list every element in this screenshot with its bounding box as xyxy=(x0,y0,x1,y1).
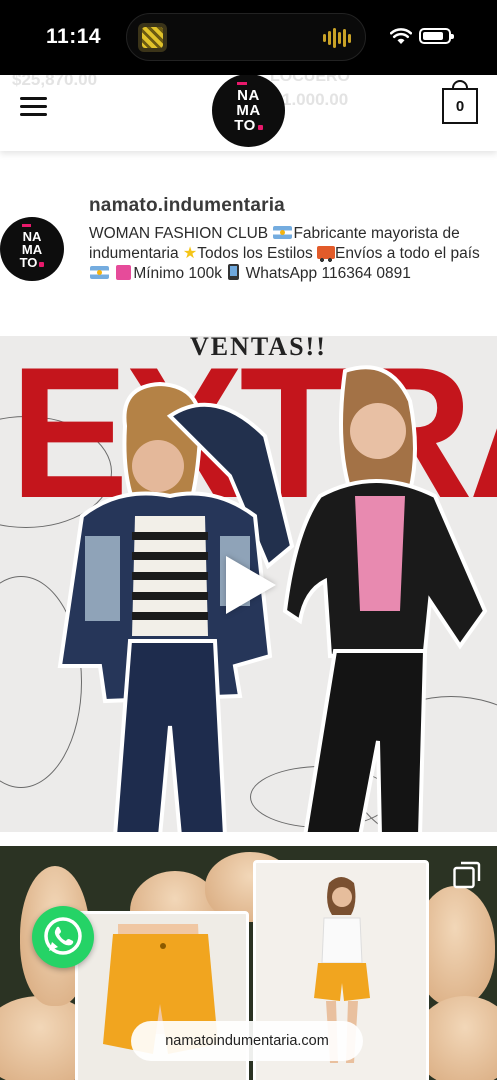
status-bar: 11:14 xyxy=(0,0,497,75)
avatar-line3: TO xyxy=(19,255,38,270)
play-icon[interactable] xyxy=(226,556,276,614)
bio-part6: WhatsApp 116364 0891 xyxy=(241,265,411,282)
star-icon: ★ xyxy=(182,245,198,262)
bio-part3: Todos los Estilos xyxy=(197,245,318,262)
ghost-price-left: $25,870.00 xyxy=(12,75,98,89)
ghost-label-right: LOCUERO xyxy=(270,75,350,85)
logo-accent-bar xyxy=(237,82,247,85)
video-post[interactable]: VENTAS!! EXTRA! xyxy=(0,336,497,832)
shopping-bags-icon xyxy=(116,265,132,280)
logo-line3: TO xyxy=(234,117,256,134)
battery-icon xyxy=(419,28,454,44)
logo-line2: MA xyxy=(236,102,261,119)
shopping-bag-icon[interactable]: 0 xyxy=(442,80,478,124)
hamburger-menu-icon[interactable] xyxy=(20,97,47,117)
clock-time: 11:14 xyxy=(46,25,102,48)
audio-waveform-icon xyxy=(323,27,351,49)
logo-line1: NA xyxy=(237,87,260,104)
whatsapp-glyph-icon xyxy=(44,917,82,955)
profile-username[interactable]: namato.indumentaria xyxy=(89,195,285,217)
wifi-icon xyxy=(390,28,412,44)
website-url-link[interactable]: namatoindumentaria.com xyxy=(131,1021,363,1061)
bio-part5: Mínimo 100k xyxy=(133,265,227,282)
whatsapp-icon[interactable] xyxy=(32,906,94,968)
mobile-phone-icon xyxy=(228,264,240,280)
multiple-images-icon xyxy=(453,861,481,889)
bio-part1: WOMAN FASHION CLUB xyxy=(89,225,273,242)
argentina-flag-icon xyxy=(273,226,293,239)
profile-avatar[interactable]: NA MA TO xyxy=(0,217,64,281)
delivery-truck-icon xyxy=(317,246,336,262)
profile-bio: WOMAN FASHION CLUB Fabricante mayorista … xyxy=(89,224,494,284)
avatar-dot-icon xyxy=(39,262,45,267)
now-playing-artwork-icon xyxy=(138,23,167,52)
argentina-flag-icon xyxy=(90,266,109,279)
avatar-accent-bar xyxy=(22,224,31,227)
cart-count: 0 xyxy=(455,98,465,115)
dynamic-island[interactable] xyxy=(126,13,366,61)
model-leather-image xyxy=(282,365,488,832)
bio-part4: Envíos a todo el país xyxy=(335,245,480,262)
ghost-price-right: 1.000.00 xyxy=(282,90,349,109)
site-header: $25,870.00 LOCUERO 1.000.00 NA MA TO 0 xyxy=(0,75,497,151)
brand-logo[interactable]: NA MA TO xyxy=(212,75,285,147)
logo-dot-icon xyxy=(257,125,263,130)
